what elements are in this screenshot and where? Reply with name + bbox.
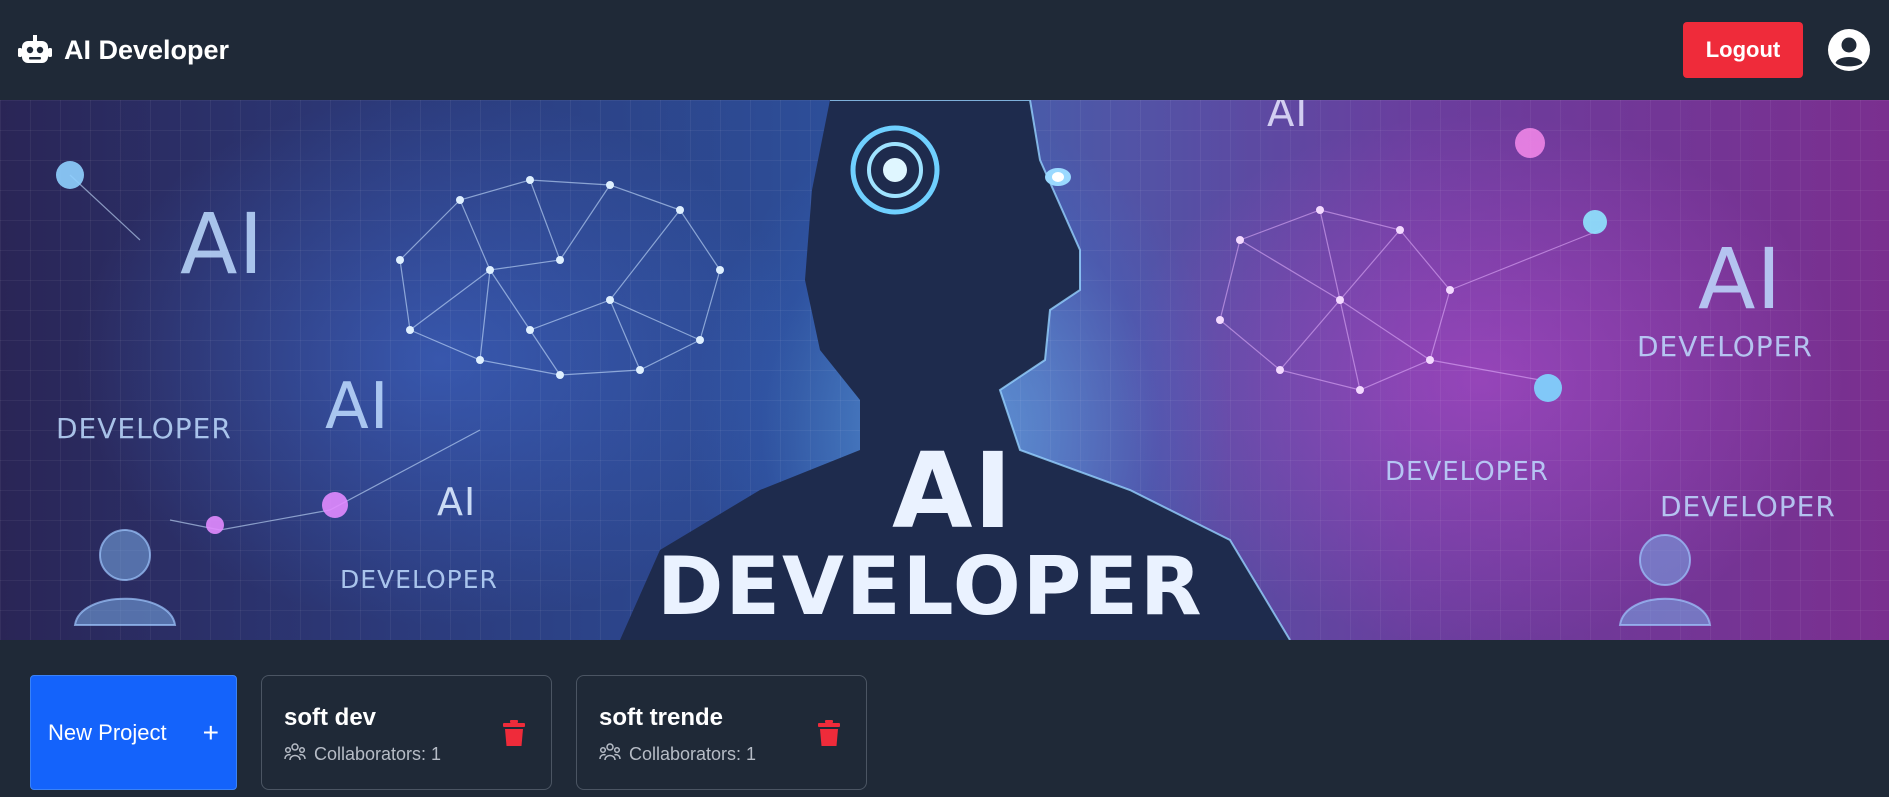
app-title: AI Developer xyxy=(64,34,230,65)
banner-text-ai-2: AI xyxy=(325,370,390,444)
new-project-button[interactable]: New Project + xyxy=(30,675,237,790)
banner-text-ai-5: AI xyxy=(1267,100,1309,136)
user-circle-icon[interactable] xyxy=(1827,28,1871,72)
users-icon xyxy=(599,742,621,767)
project-name: soft dev xyxy=(284,704,377,731)
collaborators-count: Collaborators: 1 xyxy=(314,744,442,764)
banner-text-developer-1: DEVELOPER xyxy=(56,412,232,445)
right-brain-network xyxy=(1219,209,1601,391)
right-brain-nodes xyxy=(1216,206,1454,394)
robot-icon xyxy=(18,33,52,67)
navbar: AI Developer Logout xyxy=(0,0,1889,100)
project-card[interactable]: soft dev Collaborators: 1 xyxy=(261,675,552,790)
left-brain-network xyxy=(69,174,721,531)
trash-icon[interactable] xyxy=(818,720,844,746)
hero-banner: AI AI AI AI AI DEVELOPER DEVELOPER DEVEL… xyxy=(0,100,1889,640)
trash-icon[interactable] xyxy=(503,720,529,746)
banner-text-developer-2: DEVELOPER xyxy=(340,565,498,594)
project-card[interactable]: soft trende Collaborators: 1 xyxy=(576,675,867,790)
banner-main-subtitle: DEVELOPER xyxy=(657,540,1204,633)
collaborators-info: Collaborators: 1 xyxy=(599,742,844,767)
new-project-label: New Project xyxy=(48,719,167,745)
collaborators-count: Collaborators: 1 xyxy=(629,744,757,764)
banner-text-ai-4: AI xyxy=(1698,230,1783,328)
left-brain-nodes xyxy=(396,176,724,379)
banner-text-developer-4: DEVELOPER xyxy=(1637,330,1813,363)
banner-main-title: AI xyxy=(892,430,1014,552)
banner-text-ai-1: AI xyxy=(180,195,265,293)
collaborators-info: Collaborators: 1 xyxy=(284,742,529,767)
logout-button[interactable]: Logout xyxy=(1683,22,1803,78)
plus-icon: + xyxy=(202,716,219,748)
users-icon xyxy=(284,742,306,767)
brand[interactable]: AI Developer xyxy=(18,33,229,67)
banner-text-ai-3: AI xyxy=(437,480,477,524)
project-name: soft trende xyxy=(599,704,724,731)
banner-text-developer-5: DEVELOPER xyxy=(1660,490,1836,523)
project-list: New Project + soft dev Collaborators: 1 xyxy=(30,675,867,790)
banner-text-developer-3: DEVELOPER xyxy=(1385,457,1549,487)
